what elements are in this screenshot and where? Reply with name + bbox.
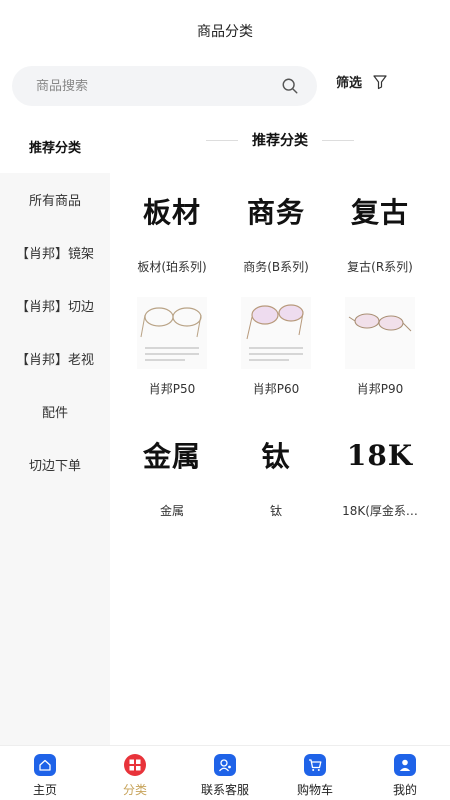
category-thumbnail: 商务 [237,172,315,250]
tab-label: 主页 [32,783,57,797]
thumbnail-text: 金属 [142,440,201,473]
tab-category[interactable]: 分类 [90,746,180,800]
category-label: 金属 [159,504,184,518]
tab-label: 我的 [392,783,417,797]
category-card[interactable]: 复古 复古(R系列) [328,172,432,294]
search-box[interactable] [12,66,317,106]
glasses-photo-icon [137,297,207,369]
section-header: 推荐分类 [110,120,450,160]
category-thumbnail: 18K [341,416,419,494]
category-sidebar: 推荐分类 所有商品 【肖邦】镜架 【肖邦】切边 【肖邦】老视 配件 切边下单 [0,120,110,745]
page-title: 商品分类 [197,24,253,40]
glasses-photo-icon [345,297,415,369]
thumbnail-text: 18K [346,438,414,472]
top-bar: 商品分类 [0,0,450,60]
category-thumbnail: 金属 [133,416,211,494]
service-icon [214,754,236,776]
category-thumbnail [133,294,211,372]
category-card[interactable]: 商务 商务(B系列) [224,172,328,294]
category-card[interactable]: 肖邦P90 [328,294,432,416]
sidebar-item-chopin-presbyopia[interactable]: 【肖邦】老视 [0,332,110,385]
sidebar-item-chopin-frames[interactable]: 【肖邦】镜架 [0,226,110,279]
home-icon [34,754,56,776]
sidebar-item-all-products[interactable]: 所有商品 [0,173,110,226]
filter-label: 筛选 [336,76,363,91]
category-label: 18K(厚金系… [342,504,418,518]
bottom-tab-bar: 主页 分类 联系客服 购物车 我的 [0,745,450,800]
cart-icon [304,754,326,776]
tab-label: 购物车 [296,783,333,797]
category-icon [124,754,146,776]
sidebar-item-chopin-edging[interactable]: 【肖邦】切边 [0,279,110,332]
sidebar-item-accessories[interactable]: 配件 [0,385,110,438]
category-thumbnail [237,294,315,372]
divider [206,139,238,141]
category-card[interactable]: 18K 18K(厚金系… [328,416,432,538]
thumbnail-text: 板材 [142,196,201,229]
category-label: 复古(R系列) [347,260,413,274]
tab-label: 分类 [122,783,147,797]
category-thumbnail: 板材 [133,172,211,250]
thumbnail-text: 复古 [350,196,409,229]
search-input[interactable] [36,78,256,94]
filter-button[interactable]: 筛选 [336,72,388,91]
category-card[interactable]: 钛 钛 [224,416,328,538]
category-card[interactable]: 金属 金属 [120,416,224,538]
search-row: 筛选 [0,62,450,108]
tab-profile[interactable]: 我的 [360,746,450,800]
category-card[interactable]: 肖邦P60 [224,294,328,416]
category-thumbnail: 复古 [341,172,419,250]
thumbnail-text: 商务 [246,196,305,229]
funnel-icon [373,74,387,89]
glasses-photo-icon [241,297,311,369]
category-card[interactable]: 肖邦P50 [120,294,224,416]
category-label: 商务(B系列) [243,260,309,274]
category-thumbnail [341,294,419,372]
section-title: 推荐分类 [252,133,308,149]
category-label: 钛 [269,504,282,518]
category-thumbnail: 钛 [237,416,315,494]
category-card[interactable]: 板材 板材(珀系列) [120,172,224,294]
divider [322,139,354,141]
sidebar-item-edging-order[interactable]: 切边下单 [0,438,110,491]
tab-customer-service[interactable]: 联系客服 [180,746,270,800]
sidebar-item-recommended[interactable]: 推荐分类 [0,120,110,173]
category-label: 板材(珀系列) [137,260,207,274]
search-icon[interactable] [281,77,299,95]
tab-cart[interactable]: 购物车 [270,746,360,800]
tab-label: 联系客服 [200,783,249,797]
tab-home[interactable]: 主页 [0,746,90,800]
category-label: 肖邦P90 [356,382,404,396]
thumbnail-text: 钛 [261,440,291,473]
category-label: 肖邦P60 [252,382,300,396]
category-label: 肖邦P50 [148,382,196,396]
category-grid: 板材 板材(珀系列) 商务 商务(B系列) 复古 复古(R系列) 肖邦P50 肖… [120,172,450,538]
user-icon [394,754,416,776]
category-content: 推荐分类 板材 板材(珀系列) 商务 商务(B系列) 复古 复古(R系列) 肖邦… [110,120,450,745]
